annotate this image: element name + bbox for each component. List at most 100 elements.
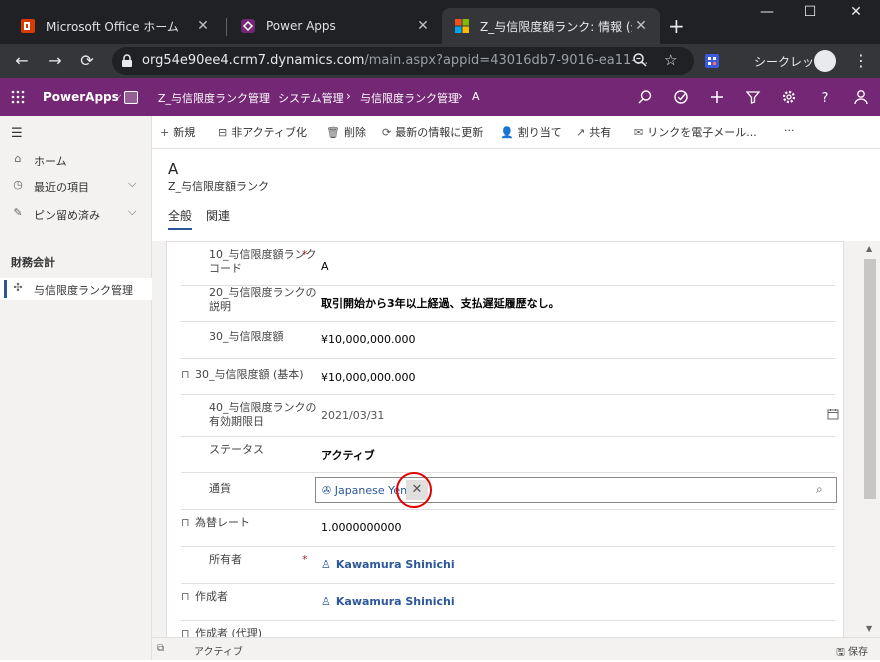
form-content: 10_与信限度額ランクコード * A 20_与信限度ランクの説明 取引開始から3… xyxy=(152,241,860,637)
record-status: アクティブ xyxy=(194,647,243,658)
more-commands-button[interactable]: ··· xyxy=(784,124,795,137)
command-bar: + 新規 ⊟ 非アクティブ化 🗑 削除 ⟳ 最新の情報に更新 👤 割り当て ↗ 共有 ✉ リン… xyxy=(152,116,880,149)
share-button[interactable]: ↗ 共有 xyxy=(576,124,611,140)
nav-group-title: 財務会計 xyxy=(11,256,55,269)
chevron-down-icon[interactable]: ⌵ xyxy=(128,177,136,191)
app-brand[interactable]: PowerApps xyxy=(43,90,119,104)
email-icon: ✉ xyxy=(634,126,644,139)
tab-title: Power Apps xyxy=(266,19,336,33)
scroll-thumb[interactable] xyxy=(864,259,876,499)
owner-link[interactable]: ♙ Kawamura Shinichi xyxy=(321,558,455,571)
deactivate-icon: ⊟ xyxy=(218,126,228,139)
scroll-down-icon[interactable]: ▼ xyxy=(866,624,872,633)
breadcrumb-area[interactable]: システム管理 xyxy=(278,90,344,106)
browser-tab-active[interactable]: Z_与信限度額ランク: 情報 (全 ✕ xyxy=(442,8,660,44)
field-value: 1.0000000000 xyxy=(321,521,402,534)
browser-tab-powerapps[interactable]: Power Apps ✕ xyxy=(228,8,442,44)
field-label: 所有者 xyxy=(209,553,242,566)
field-credit-limit: 30_与信限度額 ¥10,000,000.000 xyxy=(181,322,835,359)
assign-icon: 👤 xyxy=(500,126,514,139)
assign-button[interactable]: 👤 割り当て xyxy=(500,124,562,140)
refresh-button[interactable]: ⟳ 最新の情報に更新 xyxy=(382,124,483,140)
puzzle-icon: ✣ xyxy=(13,281,23,294)
zoom-icon[interactable] xyxy=(632,52,648,68)
save-button[interactable]: 🖫 保存 xyxy=(836,643,868,662)
chevron-down-icon[interactable]: ⌵ xyxy=(128,205,136,219)
tab-related[interactable]: 関連 xyxy=(206,207,230,224)
back-icon[interactable]: ← xyxy=(11,51,33,71)
required-mark: * xyxy=(302,553,308,566)
nav-item-home[interactable]: ⌂ ホーム xyxy=(0,149,152,171)
email-link-button[interactable]: ✉ リンクを電子メール... xyxy=(634,124,757,140)
help-icon[interactable]: ? xyxy=(817,89,833,105)
address-bar[interactable]: org54e90ee4.crm7.dynamics.com/main.aspx?… xyxy=(112,47,694,75)
search-icon[interactable] xyxy=(637,89,653,105)
person-icon: ♙ xyxy=(321,595,331,608)
close-tab-icon[interactable]: ✕ xyxy=(632,18,650,34)
status-bar: ⧉ アクティブ 🖫 保存 xyxy=(152,637,880,660)
expand-icon[interactable]: ⧉ xyxy=(157,643,164,654)
plus-icon: + xyxy=(160,126,170,139)
currency-lookup[interactable]: ✇ Japanese Yen ✕ ⌕ xyxy=(315,477,837,503)
plus-icon[interactable] xyxy=(709,89,725,105)
field-value[interactable]: ¥10,000,000.000 xyxy=(321,333,415,346)
task-icon[interactable] xyxy=(673,89,689,105)
field-value[interactable]: 2021/03/31 xyxy=(321,409,384,422)
incognito-icon[interactable] xyxy=(814,50,836,72)
created-by-link[interactable]: ♙ Kawamura Shinichi xyxy=(321,595,455,608)
nav-item-recent[interactable]: ◷ 最近の項目 ⌵ xyxy=(0,175,152,197)
deactivate-button[interactable]: ⊟ 非アクティブ化 xyxy=(218,124,307,140)
app-switcher-icon[interactable] xyxy=(124,91,138,104)
tab-general[interactable]: 全般 xyxy=(168,207,193,230)
breadcrumb-entity[interactable]: 与信限度ランク管理 xyxy=(360,90,459,106)
nav-item-pinned[interactable]: ✎ ピン留め済み ⌵ xyxy=(0,203,152,225)
chevron-down-icon[interactable]: ⌵ xyxy=(113,89,121,103)
extension-icon[interactable] xyxy=(704,53,720,69)
browser-tab-office[interactable]: Microsoft Office ホーム ✕ xyxy=(8,8,222,44)
clock-icon: ◷ xyxy=(13,178,23,191)
browser-menu-icon[interactable]: ⋮ xyxy=(853,51,869,70)
field-status: ステータス アクティブ xyxy=(181,437,835,473)
close-window-icon[interactable]: ✕ xyxy=(841,4,871,20)
lock-icon: ⊓ xyxy=(181,627,190,637)
field-value[interactable]: アクティブ xyxy=(321,447,375,463)
calendar-icon[interactable] xyxy=(827,408,839,420)
person-icon: ♙ xyxy=(321,558,331,571)
url-text: org54e90ee4.crm7.dynamics.com/main.aspx?… xyxy=(142,53,648,68)
new-tab-button[interactable]: + xyxy=(668,14,685,38)
waffle-icon[interactable] xyxy=(11,90,25,104)
dynamics-icon xyxy=(455,19,469,33)
close-tab-icon[interactable]: ✕ xyxy=(194,18,212,34)
user-icon[interactable] xyxy=(853,89,869,105)
nav-item-credit-rank[interactable]: ✣ 与信限度ランク管理 xyxy=(0,278,152,300)
office-icon xyxy=(21,19,35,33)
delete-button[interactable]: 🗑 削除 xyxy=(326,124,366,140)
nav-item-label: 与信限度ランク管理 xyxy=(34,284,133,297)
tab-separator xyxy=(226,18,227,36)
forward-icon[interactable]: → xyxy=(44,51,66,71)
maximize-icon[interactable]: ☐ xyxy=(795,4,825,20)
vertical-scrollbar[interactable]: ▲ ▼ xyxy=(860,241,880,637)
field-value[interactable]: A xyxy=(321,260,329,273)
hamburger-icon[interactable]: ☰ xyxy=(11,126,23,141)
lock-icon xyxy=(122,54,132,67)
gear-icon[interactable] xyxy=(781,89,797,105)
scroll-up-icon[interactable]: ▲ xyxy=(866,244,872,253)
search-icon[interactable]: ⌕ xyxy=(816,482,823,497)
url-host: org54e90ee4.crm7.dynamics.com xyxy=(142,53,365,68)
selected-indicator xyxy=(4,280,7,298)
nav-item-label: ホーム xyxy=(34,155,67,168)
filter-icon[interactable] xyxy=(745,89,761,105)
currency-tag[interactable]: ✇ Japanese Yen xyxy=(322,484,407,497)
breadcrumb-app[interactable]: Z_与信限度ランク管理 xyxy=(158,90,270,106)
record-header: A Z_与信限度額ランク 全般 関連 xyxy=(152,149,880,241)
new-button[interactable]: + 新規 xyxy=(160,124,195,140)
field-value[interactable]: 取引開始から3年以上経過、支払遅延履歴なし。 xyxy=(321,295,560,311)
close-tab-icon[interactable]: ✕ xyxy=(414,18,432,34)
nav-item-label: ピン留め済み xyxy=(34,209,100,222)
reload-icon[interactable]: ⟳ xyxy=(76,51,98,71)
url-path: /main.aspx?appid=43016db7-9016-ea11-... xyxy=(364,53,649,68)
minimize-icon[interactable]: — xyxy=(752,4,782,20)
required-mark: * xyxy=(302,248,308,261)
bookmark-star-icon[interactable]: ☆ xyxy=(664,51,677,69)
